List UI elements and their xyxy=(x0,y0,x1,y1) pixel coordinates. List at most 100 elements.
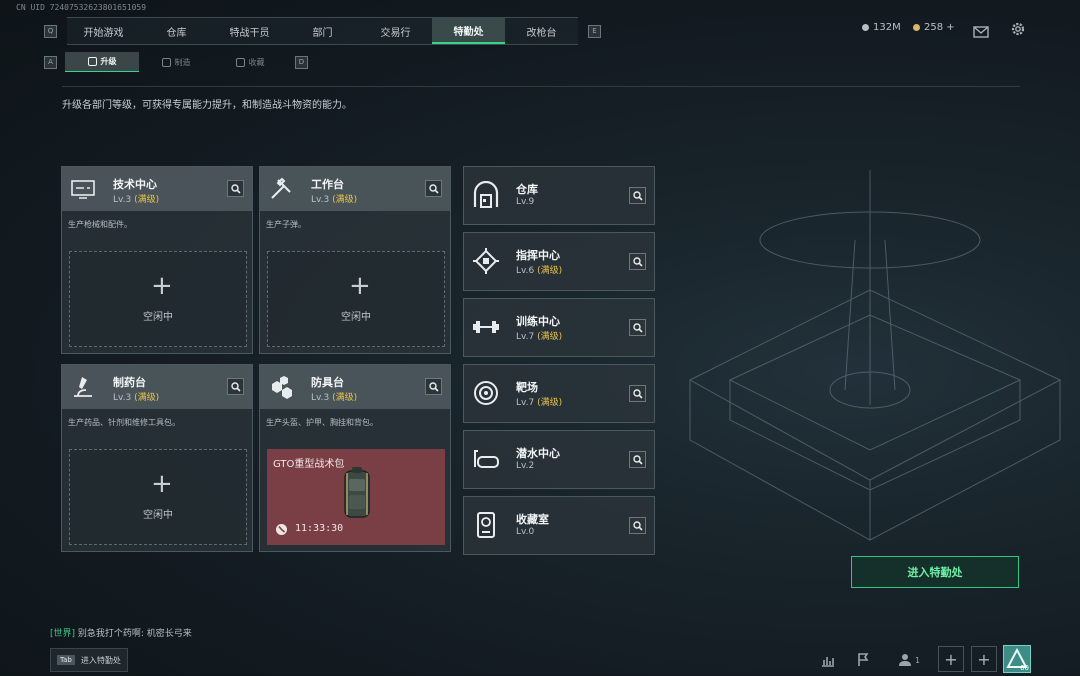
dept-card-collection-room[interactable]: 收藏室 Lv.0 xyxy=(463,496,655,555)
command-center-icon xyxy=(473,248,499,274)
crafting-slot[interactable]: GTO重型战术包 11:33:30 xyxy=(267,449,445,545)
friends-button[interactable]: 1 xyxy=(893,648,925,672)
page-description: 升级各部门等级，可获得专属能力提升，和制造战斗物资的能力。 xyxy=(62,100,352,111)
plus-icon: + xyxy=(151,469,173,499)
production-slot[interactable]: + 空闲中 xyxy=(69,449,247,545)
nav-tab[interactable]: 交易行 xyxy=(359,18,432,44)
flag-icon[interactable] xyxy=(851,648,875,672)
card-description: 生产枪械和配件。 xyxy=(68,220,132,229)
pharmacy-icon xyxy=(74,377,92,397)
inspect-button[interactable] xyxy=(227,180,244,197)
inspect-button[interactable] xyxy=(629,253,646,270)
magnifier-icon xyxy=(230,183,241,194)
gold-coin-icon xyxy=(913,24,920,31)
nav-tab[interactable]: 特勤处 xyxy=(432,18,505,44)
currency-gold[interactable]: 258 + xyxy=(913,22,955,33)
dept-card-diving-center[interactable]: 潜水中心 Lv.2 xyxy=(463,430,655,489)
nav-tab[interactable]: 仓库 xyxy=(140,18,213,44)
subnav-tab[interactable]: 收藏 xyxy=(213,52,287,72)
card-description: 生产头盔、护甲、胸挂和背包。 xyxy=(266,418,378,427)
dept-card-armor-bench[interactable]: 防具台 Lv.3 (满级) 生产头盔、护甲、胸挂和背包。 GTO重型战术包 11… xyxy=(259,364,451,552)
add-slot-button[interactable]: + xyxy=(971,646,997,672)
chat-line[interactable]: [世界] 别急我打个药啊: 机密长弓来 xyxy=(50,626,192,639)
slot-status: 空闲中 xyxy=(341,312,371,323)
dept-card-training-center[interactable]: 训练中心 Lv.7 (满级) xyxy=(463,298,655,357)
subnav-tab[interactable]: 升级 xyxy=(65,52,139,72)
timer-icon xyxy=(276,524,287,535)
silver-coin-icon xyxy=(862,24,869,31)
dept-card-warehouse[interactable]: 仓库 Lv.9 xyxy=(463,166,655,225)
friends-icon xyxy=(898,654,911,666)
stats-chart-icon[interactable] xyxy=(816,648,840,672)
player-uid: CN UID 72407532623801651059 xyxy=(16,3,147,12)
subnav-tab[interactable]: 制造 xyxy=(139,52,213,72)
card-level: Lv.3 (满级) xyxy=(113,192,159,205)
inspect-button[interactable] xyxy=(629,517,646,534)
card-level: Lv.3 (满级) xyxy=(311,390,357,403)
subnav-left-key: A xyxy=(44,55,57,69)
currency-silver-value: 132M xyxy=(873,22,901,33)
max-level-tag: (满级) xyxy=(537,266,563,276)
inspect-button[interactable] xyxy=(425,378,442,395)
collection-icon xyxy=(235,57,245,67)
nav-tab[interactable]: 部门 xyxy=(286,18,359,44)
tab-shortcut-hint[interactable]: Tab 进入特勤处 xyxy=(50,648,128,672)
slot-status: 空闲中 xyxy=(143,312,173,323)
card-title: 制药台 xyxy=(113,376,146,389)
currency-silver[interactable]: 132M xyxy=(862,22,901,33)
tactical-backpack-image xyxy=(344,467,370,518)
magnifier-icon xyxy=(632,520,643,531)
player-avatar[interactable]: 60 xyxy=(1003,645,1031,673)
card-title: 潜水中心 xyxy=(516,447,560,460)
magnifier-icon xyxy=(428,381,439,392)
main-nav: Q 开始游戏 仓库 特战干员 部门 交易行 特勤处 改枪台 E xyxy=(44,17,601,45)
card-level: Lv.3 (满级) xyxy=(113,390,159,403)
max-level-tag: (满级) xyxy=(537,398,563,408)
card-header: 制药台 Lv.3 (满级) xyxy=(62,365,252,409)
level-value: Lv.7 xyxy=(516,398,535,408)
settings-gear-icon[interactable] xyxy=(1010,21,1026,41)
dept-card-pharmacy[interactable]: 制药台 Lv.3 (满级) 生产药品、针剂和维修工具包。 + 空闲中 xyxy=(61,364,253,552)
level-value: Lv.3 xyxy=(113,195,132,205)
inspect-button[interactable] xyxy=(629,187,646,204)
nav-tab[interactable]: 改枪台 xyxy=(505,18,578,44)
avatar-level: 60 xyxy=(1020,664,1029,672)
magnifier-icon xyxy=(632,454,643,465)
sub-nav-tabs: 升级 制造 收藏 xyxy=(65,52,287,72)
nav-tab[interactable]: 特战干员 xyxy=(213,18,286,44)
subnav-right-key: D xyxy=(295,55,308,69)
mail-icon[interactable] xyxy=(973,23,989,42)
craft-icon xyxy=(161,57,171,67)
card-title: 防具台 xyxy=(311,376,344,389)
card-title: 靶场 xyxy=(516,381,538,394)
dept-card-command-center[interactable]: 指挥中心 Lv.6 (满级) xyxy=(463,232,655,291)
add-slot-button[interactable]: + xyxy=(938,646,964,672)
max-level-tag: (满级) xyxy=(332,393,358,403)
max-level-tag: (满级) xyxy=(134,393,160,403)
inspect-button[interactable] xyxy=(629,319,646,336)
production-slot[interactable]: + 空闲中 xyxy=(69,251,247,347)
inspect-button[interactable] xyxy=(425,180,442,197)
card-title: 收藏室 xyxy=(516,513,549,526)
card-level: Lv.7 (满级) xyxy=(516,395,562,408)
level-value: Lv.3 xyxy=(113,393,132,403)
inspect-button[interactable] xyxy=(227,378,244,395)
dept-card-tech-center[interactable]: 技术中心 Lv.3 (满级) 生产枪械和配件。 + 空闲中 xyxy=(61,166,253,354)
level-value: Lv.6 xyxy=(516,266,535,276)
inspect-button[interactable] xyxy=(629,451,646,468)
production-slot[interactable]: + 空闲中 xyxy=(267,251,445,347)
plus-icon: + xyxy=(944,649,958,669)
crafting-timer: 11:33:30 xyxy=(295,523,344,534)
plus-icon: + xyxy=(349,271,371,301)
dept-card-workbench[interactable]: 工作台 Lv.3 (满级) 生产子弹。 + 空闲中 xyxy=(259,166,451,354)
level-value: Lv.3 xyxy=(311,195,330,205)
upgrade-icon xyxy=(87,57,97,66)
enter-special-ops-button[interactable]: 进入特勤处 xyxy=(851,556,1019,588)
inspect-button[interactable] xyxy=(629,385,646,402)
friends-count: 1 xyxy=(914,655,921,665)
nav-tab[interactable]: 开始游戏 xyxy=(67,18,140,44)
main-nav-tabs: 开始游戏 仓库 特战干员 部门 交易行 特勤处 改枪台 xyxy=(67,17,578,45)
dept-card-shooting-range[interactable]: 靶场 Lv.7 (满级) xyxy=(463,364,655,423)
card-title: 工作台 xyxy=(311,178,344,191)
card-title: 仓库 xyxy=(516,183,538,196)
